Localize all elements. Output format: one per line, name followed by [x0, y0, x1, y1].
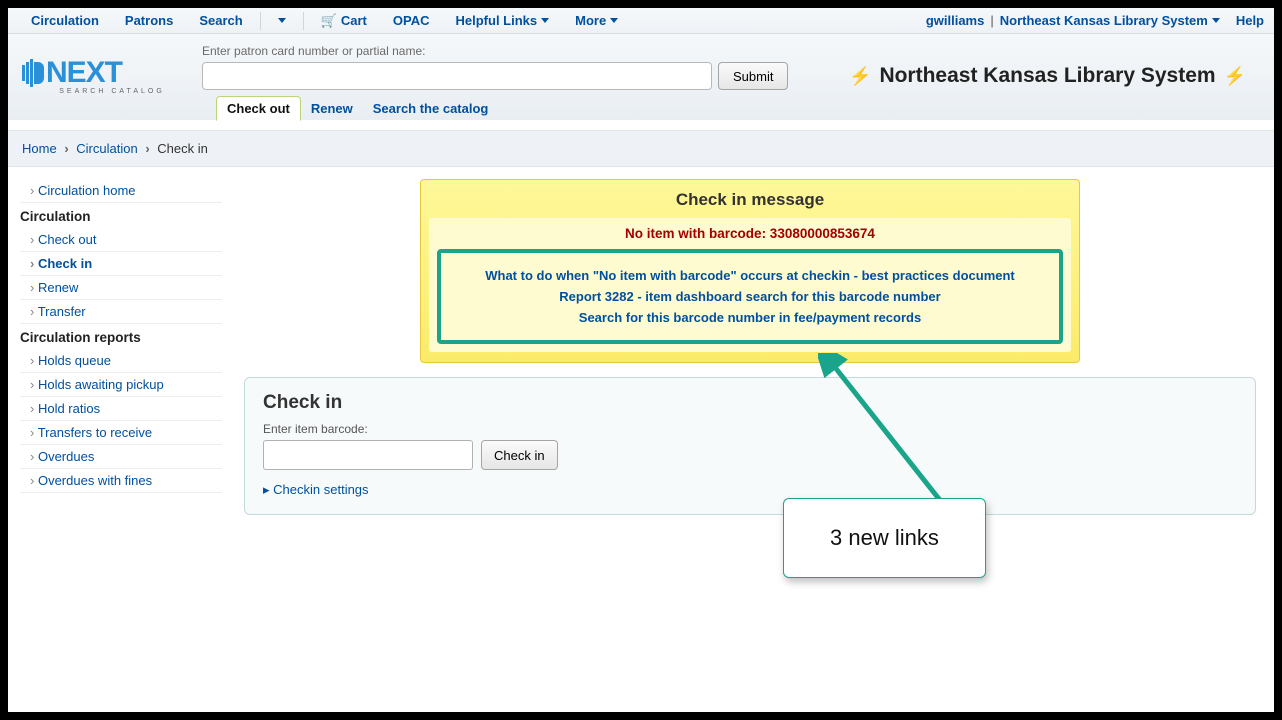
sidebar-item-transfers-receive[interactable]: Transfers to receive: [20, 421, 222, 445]
checkin-message-box: Check in message No item with barcode: 3…: [420, 179, 1080, 363]
help-links-box: What to do when "No item with barcode" o…: [437, 249, 1063, 344]
tab-checkout[interactable]: Check out: [216, 96, 301, 121]
nav-patrons[interactable]: Patrons: [112, 8, 186, 33]
sidebar-item-circulation-home[interactable]: Circulation home: [20, 179, 222, 203]
caret-down-icon: [278, 18, 286, 23]
nav-system-dropdown[interactable]: Northeast Kansas Library System: [1000, 13, 1220, 28]
nav-more[interactable]: More: [562, 8, 631, 33]
org-title-text: Northeast Kansas Library System: [879, 64, 1215, 88]
separator: |: [990, 13, 993, 28]
nav-opac[interactable]: OPAC: [380, 8, 443, 33]
checkin-settings-link[interactable]: Checkin settings: [273, 482, 368, 497]
sidebar-item-hold-ratios[interactable]: Hold ratios: [20, 397, 222, 421]
nav-cart[interactable]: 🛒Cart: [308, 8, 380, 34]
breadcrumb-sep: ›: [60, 141, 72, 156]
triangle-right-icon: ▸: [263, 482, 270, 497]
link-report-3282[interactable]: Report 3282 - item dashboard search for …: [451, 286, 1049, 307]
submit-button[interactable]: Submit: [718, 62, 788, 90]
sidebar-item-checkout[interactable]: Check out: [20, 228, 222, 252]
nav-user[interactable]: gwilliams: [926, 13, 985, 28]
logo-bars-icon: [22, 59, 44, 87]
top-nav: Circulation Patrons Search 🛒Cart OPAC He…: [8, 8, 1274, 34]
nav-circulation[interactable]: Circulation: [18, 8, 112, 33]
breadcrumb-current: Check in: [157, 141, 208, 156]
org-title: ⚡ Northeast Kansas Library System ⚡: [849, 44, 1260, 88]
logo-text: NEXT: [46, 56, 122, 90]
annotation-callout: 3 new links: [783, 498, 986, 578]
search-tabs: Check out Renew Search the catalog: [198, 96, 738, 120]
logo: NEXT SEARCH CATALOG: [22, 44, 202, 95]
bolt-icon: ⚡: [849, 66, 871, 87]
nav-search[interactable]: Search: [186, 8, 255, 33]
sidebar: Circulation home Circulation Check out C…: [16, 179, 226, 493]
breadcrumb-circulation[interactable]: Circulation: [76, 141, 137, 156]
sidebar-item-overdues[interactable]: Overdues: [20, 445, 222, 469]
sidebar-item-renew[interactable]: Renew: [20, 276, 222, 300]
barcode-label: Enter item barcode:: [263, 422, 1237, 436]
checkin-panel: Check in Enter item barcode: Check in ▸ …: [244, 377, 1256, 515]
breadcrumb-home[interactable]: Home: [22, 141, 57, 156]
annotation-text: 3 new links: [830, 525, 939, 550]
sidebar-item-holds-awaiting[interactable]: Holds awaiting pickup: [20, 373, 222, 397]
caret-down-icon: [610, 18, 618, 23]
nav-helpful-links[interactable]: Helpful Links: [443, 8, 563, 33]
content-area: Check in message No item with barcode: 3…: [226, 179, 1266, 515]
nav-help[interactable]: Help: [1236, 13, 1264, 28]
link-best-practices[interactable]: What to do when "No item with barcode" o…: [451, 265, 1049, 286]
sidebar-item-holds-queue[interactable]: Holds queue: [20, 349, 222, 373]
sidebar-item-overdues-fines[interactable]: Overdues with fines: [20, 469, 222, 493]
barcode-input[interactable]: [263, 440, 473, 470]
header-row: NEXT SEARCH CATALOG Enter patron card nu…: [8, 34, 1274, 120]
sidebar-item-checkin[interactable]: Check in: [20, 252, 222, 276]
caret-down-icon: [1212, 18, 1220, 23]
checkin-message-title: Check in message: [429, 190, 1071, 210]
link-fee-payment-search[interactable]: Search for this barcode number in fee/pa…: [451, 307, 1049, 328]
tab-search-catalog[interactable]: Search the catalog: [363, 97, 499, 120]
sidebar-heading-circulation: Circulation: [20, 203, 222, 228]
sidebar-heading-reports: Circulation reports: [20, 324, 222, 349]
bolt-icon: ⚡: [1224, 66, 1246, 87]
nav-divider: [303, 12, 304, 30]
caret-down-icon: [541, 18, 549, 23]
nav-search-dropdown[interactable]: [265, 13, 299, 28]
patron-search-input[interactable]: [202, 62, 712, 90]
checkin-button[interactable]: Check in: [481, 440, 558, 470]
sidebar-item-transfer[interactable]: Transfer: [20, 300, 222, 324]
cart-icon: 🛒: [321, 13, 337, 29]
no-item-barcode-msg: No item with barcode: 33080000853674: [437, 226, 1063, 241]
nav-divider: [260, 12, 261, 30]
patron-search-block: Enter patron card number or partial name…: [202, 44, 849, 120]
breadcrumb: Home › Circulation › Check in: [8, 130, 1274, 167]
patron-search-label: Enter patron card number or partial name…: [202, 44, 849, 58]
breadcrumb-sep: ›: [141, 141, 153, 156]
tab-renew[interactable]: Renew: [301, 97, 363, 120]
checkin-title: Check in: [263, 392, 1237, 414]
